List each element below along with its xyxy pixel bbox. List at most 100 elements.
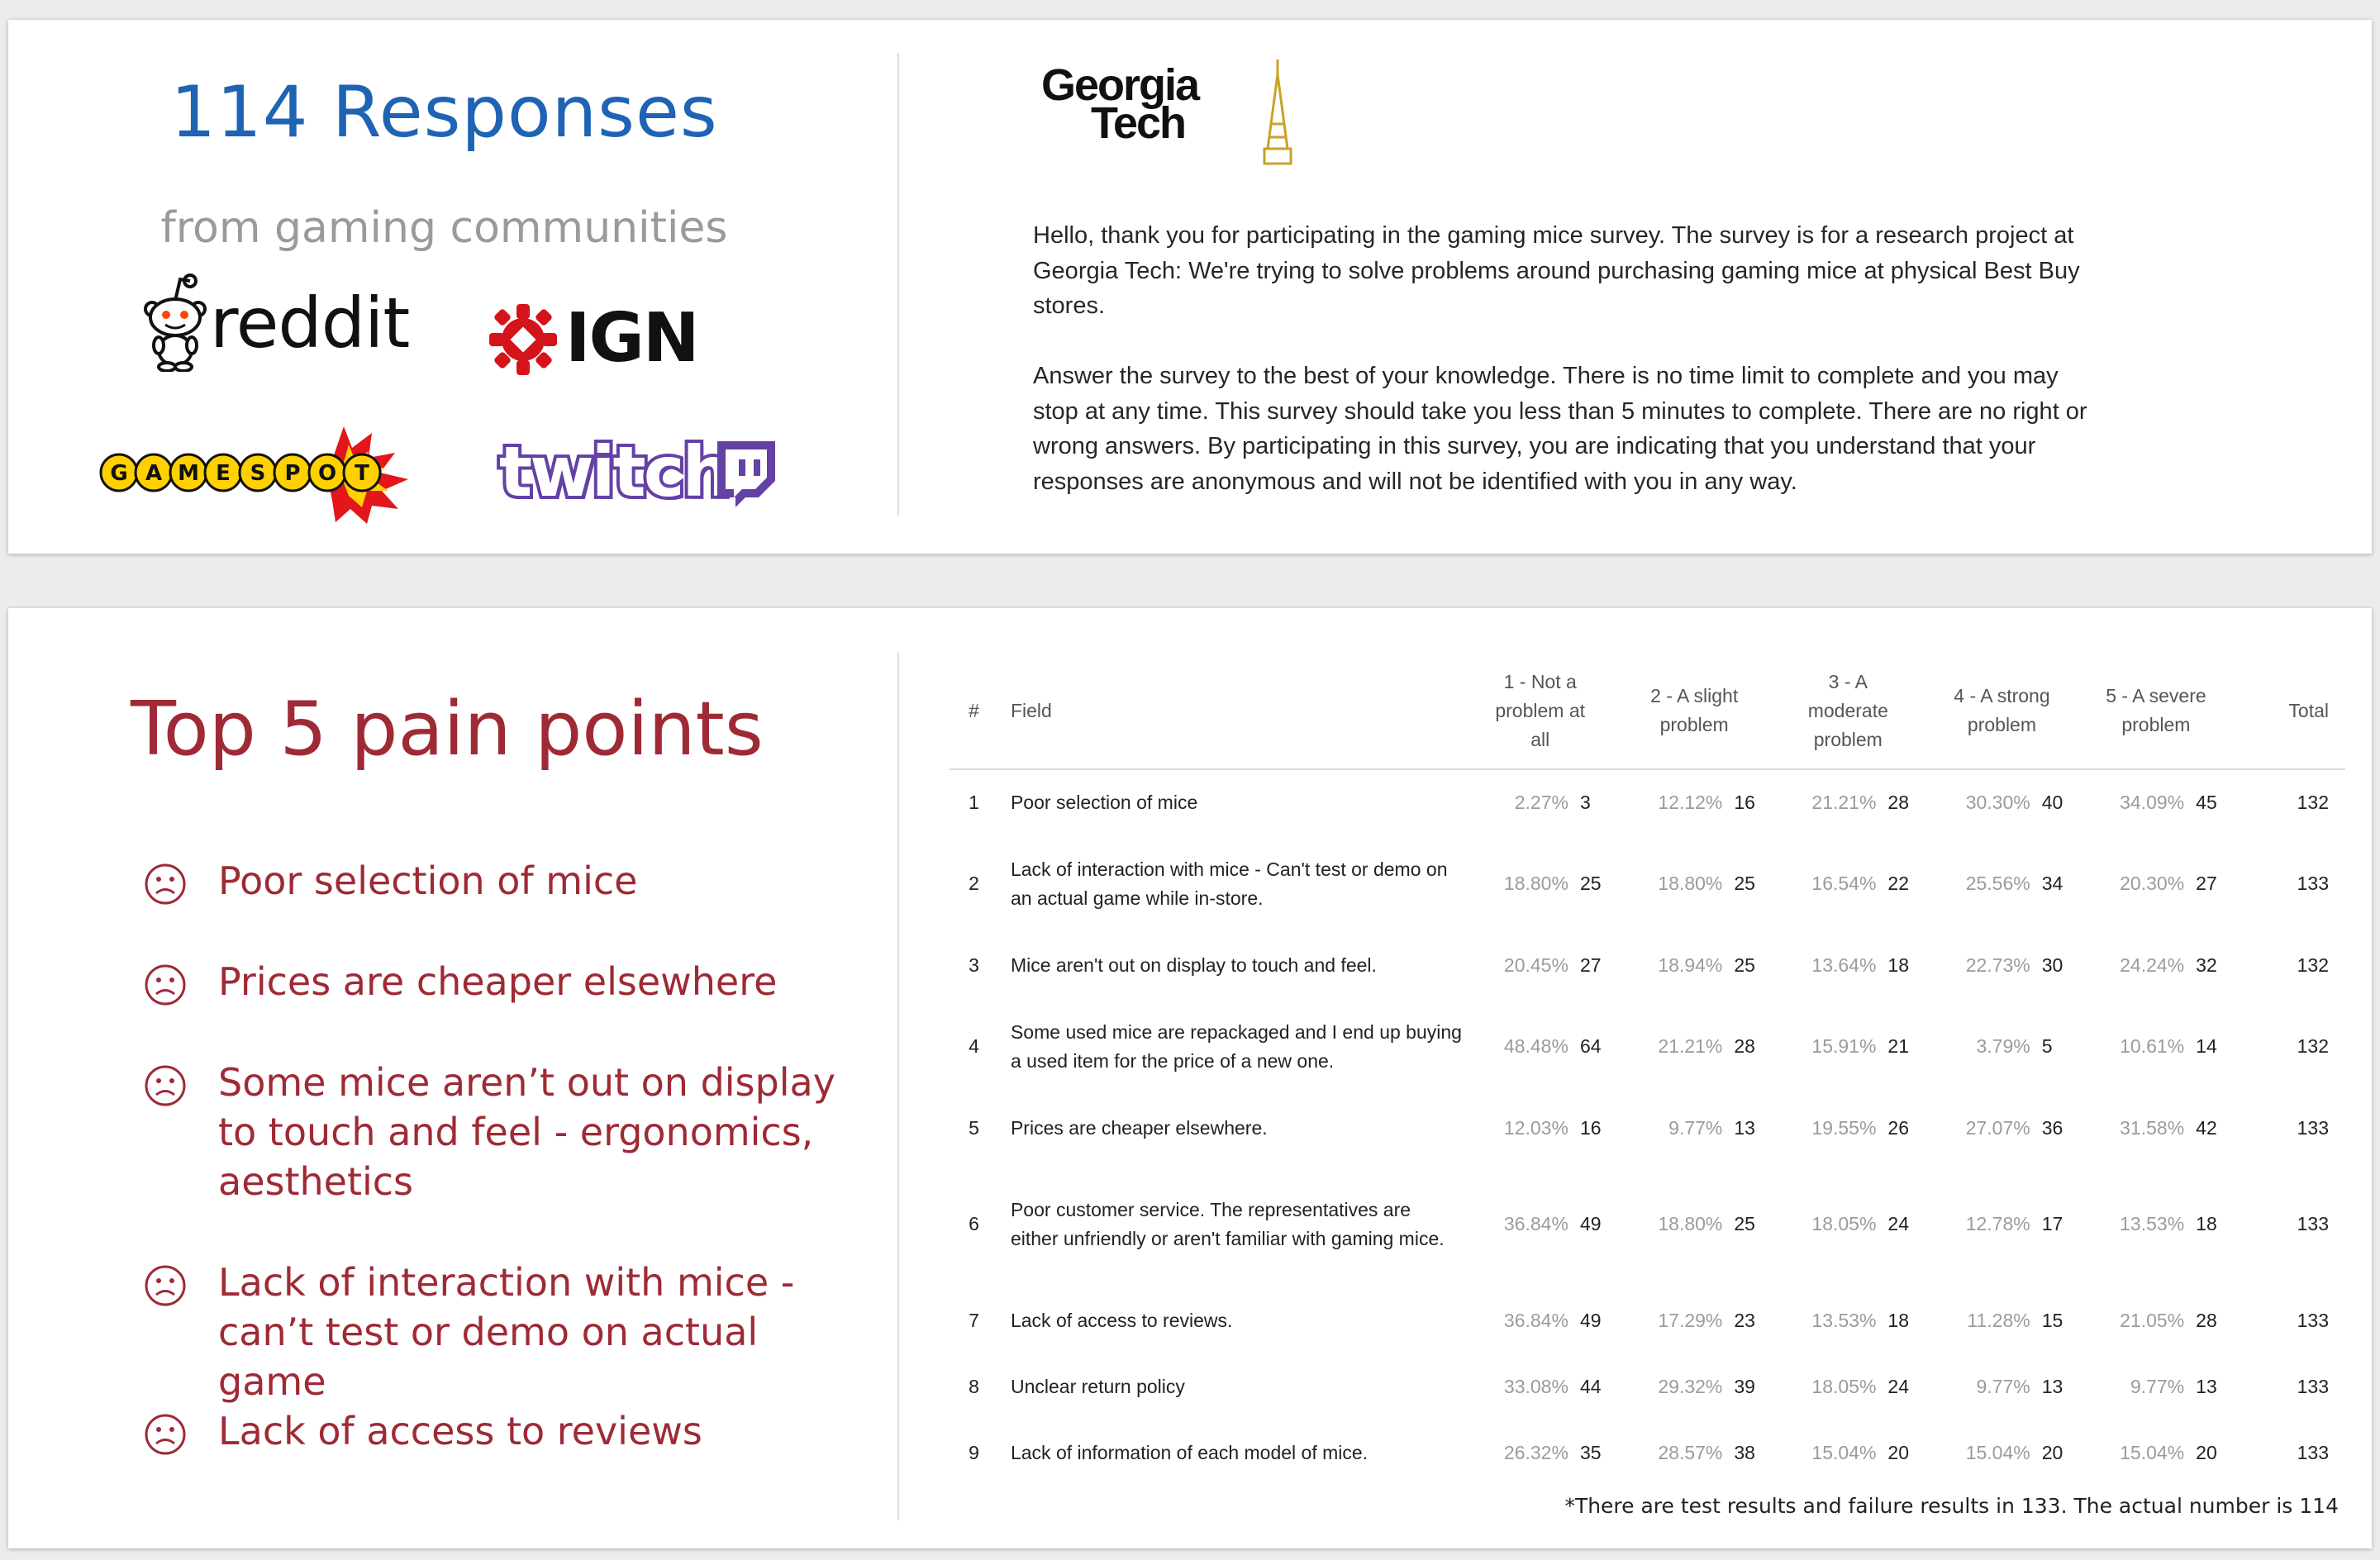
total-cell: 133	[2297, 1116, 2329, 1139]
sad-face-icon	[145, 1265, 186, 1306]
pct-cell: 17.29%	[1658, 1309, 1723, 1331]
gamespot-badge-icon: GAM ESP OT	[99, 426, 408, 524]
pct-cell: 18.80%	[1658, 873, 1723, 894]
count-cell: 28	[1734, 1035, 1755, 1057]
pct-cell: 20.45%	[1503, 954, 1568, 976]
row-num: 1	[969, 792, 979, 813]
pct-cell: 13.64%	[1811, 954, 1877, 976]
count-cell: 15	[2041, 1309, 2063, 1331]
svg-text:P: P	[284, 461, 300, 486]
georgia-tech-logo: Georgia Tech	[1041, 59, 1306, 178]
svg-text:S: S	[250, 461, 266, 486]
header-not-a-problem: 1 - Not a problem at all	[1463, 653, 1617, 770]
count-cell: 16	[1579, 1116, 1602, 1139]
count-cell: 25	[1734, 954, 1755, 976]
total-cell: 133	[2297, 1441, 2329, 1463]
count-cell: 25	[1734, 873, 1755, 894]
row-num: 4	[969, 1035, 979, 1057]
count-cell: 21	[1887, 1035, 1910, 1057]
table-header-row: # Field 1 - Not a problem at all 2 - A s…	[949, 653, 2345, 770]
pain-points-title: Top 5 pain points	[131, 686, 764, 773]
pct-cell: 15.04%	[2120, 1441, 2185, 1463]
pct-cell: 3.79%	[1976, 1035, 2030, 1057]
row-field: Lack of information of each model of mic…	[1010, 1441, 1368, 1463]
count-cell: 36	[2041, 1116, 2063, 1139]
sad-face-icon	[145, 863, 186, 905]
row-num: 6	[969, 1213, 979, 1234]
table-row: 3 Mice aren't out on display to touch an…	[949, 932, 2345, 998]
count-cell: 38	[1734, 1441, 1755, 1463]
count-cell: 20	[2041, 1441, 2063, 1463]
pct-cell: 25.56%	[1965, 873, 2030, 894]
pct-cell: 12.03%	[1503, 1116, 1568, 1139]
pain-point-item: Prices are cheaper elsewhere	[144, 957, 846, 1006]
pain-point-item: Poor selection of mice	[144, 856, 846, 906]
header-severe-problem-label: 5 - A severe problem	[2106, 685, 2206, 735]
row-num: 9	[969, 1441, 979, 1463]
responses-count-title: 114 Responses	[170, 71, 718, 154]
count-cell: 13	[2196, 1375, 2217, 1397]
pct-cell: 30.30%	[1965, 792, 2030, 813]
sad-face-icon	[145, 964, 186, 1006]
pct-cell: 36.84%	[1503, 1309, 1568, 1331]
row-num: 3	[969, 954, 979, 976]
svg-text:M: M	[178, 461, 199, 486]
pct-cell: 15.04%	[1811, 1441, 1877, 1463]
twitch-logo: twitch	[496, 428, 780, 516]
row-num: 8	[969, 1375, 979, 1397]
table-footnote: *There are test results and failure resu…	[1564, 1494, 2339, 1518]
pct-cell: 9.77%	[2130, 1375, 2185, 1397]
count-cell: 44	[1579, 1375, 1602, 1397]
pain-point-item: Lack of access to reviews	[144, 1406, 846, 1456]
table-row: 1 Poor selection of mice 2.27% 3 12.12% 16…	[949, 769, 2345, 835]
count-cell: 23	[1734, 1309, 1755, 1331]
pct-cell: 11.28%	[1967, 1309, 2030, 1331]
svg-text:A: A	[145, 461, 162, 486]
pct-cell: 21.21%	[1811, 792, 1877, 813]
divider	[897, 53, 899, 516]
header-moderate-problem-label: 3 - A moderate problem	[1807, 670, 1888, 750]
total-cell: 132	[2297, 954, 2329, 976]
sad-face-icon	[145, 1065, 186, 1106]
header-slight-problem: 2 - A slight problem	[1616, 653, 1772, 770]
ign-wordmark: IGN	[565, 299, 699, 378]
pct-cell: 15.04%	[1965, 1441, 2030, 1463]
twitch-glitch-icon	[717, 441, 775, 507]
pain-point-text: Some mice aren’t out on display to touch…	[218, 1060, 835, 1204]
row-field: Poor customer service. The representativ…	[1010, 1198, 1445, 1249]
row-num: 2	[969, 873, 979, 894]
count-cell: 20	[2196, 1441, 2217, 1463]
pct-cell: 36.84%	[1503, 1213, 1568, 1234]
pct-cell: 31.58%	[2120, 1116, 2185, 1139]
pct-cell: 24.24%	[2120, 954, 2185, 976]
table-row: 8 Unclear return policy 33.08% 44 29.32% 3…	[949, 1353, 2345, 1420]
pain-point-item: Some mice aren’t out on display to touch…	[144, 1058, 846, 1206]
count-cell: 3	[1579, 792, 1591, 813]
count-cell: 49	[1579, 1309, 1602, 1331]
pain-point-text: Lack of access to reviews	[218, 1409, 702, 1453]
count-cell: 45	[2196, 792, 2217, 813]
count-cell: 22	[1887, 873, 1910, 894]
count-cell: 25	[1579, 873, 1602, 894]
row-field: Lack of access to reviews.	[1010, 1309, 1233, 1331]
header-severe-problem: 5 - A severe problem	[2078, 653, 2234, 770]
ign-emblem-icon	[489, 304, 557, 375]
table-row: 6 Poor customer service. The representat…	[949, 1161, 2345, 1287]
header-num: #	[949, 653, 999, 770]
pct-cell: 13.53%	[2120, 1213, 2185, 1234]
pct-cell: 34.09%	[2120, 792, 2185, 813]
table-row: 5 Prices are cheaper elsewhere. 12.03% 16…	[949, 1095, 2345, 1161]
count-cell: 17	[2041, 1213, 2063, 1234]
count-cell: 26	[1887, 1116, 1910, 1139]
pct-cell: 15.91%	[1811, 1035, 1877, 1057]
count-cell: 13	[2041, 1375, 2063, 1397]
table-row: 2 Lack of interaction with mice - Can't …	[949, 835, 2345, 932]
twitch-wordmark: twitch	[496, 428, 735, 516]
pct-cell: 19.55%	[1811, 1116, 1877, 1139]
pct-cell: 12.12%	[1658, 792, 1723, 813]
pain-point-text: Poor selection of mice	[218, 858, 638, 903]
row-field: Some used mice are repackaged and I end …	[1010, 1020, 1462, 1072]
pct-cell: 33.08%	[1503, 1375, 1568, 1397]
table-row: 7 Lack of access to reviews. 36.84% 49 17…	[949, 1287, 2345, 1353]
count-cell: 27	[1579, 954, 1602, 976]
